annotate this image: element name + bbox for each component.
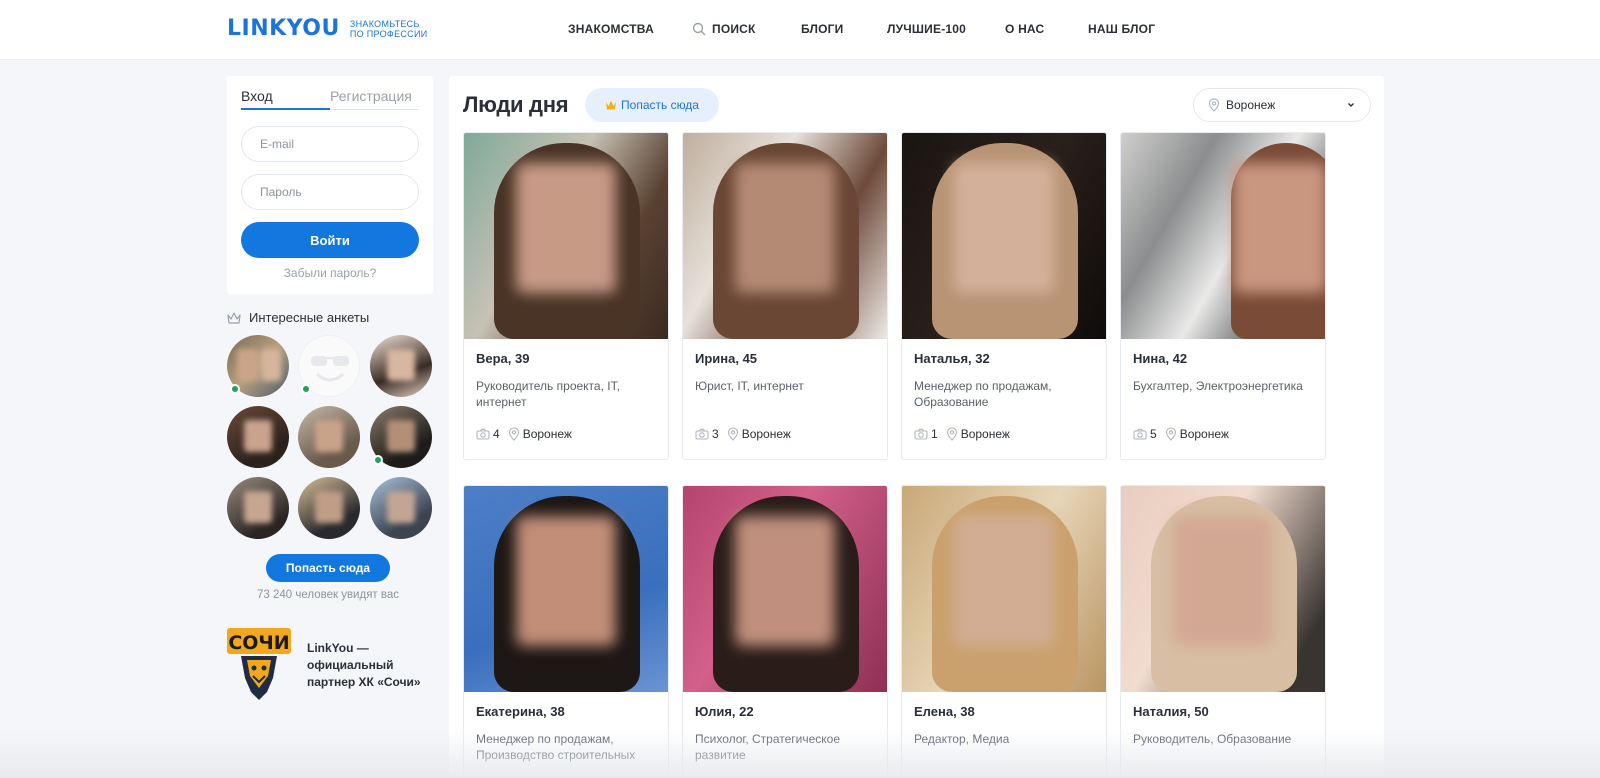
camera-icon [914, 428, 928, 440]
camera-icon [695, 428, 709, 440]
profile-name: Наталия, 50 [1133, 704, 1209, 719]
profile-avatar[interactable] [298, 406, 360, 468]
profile-photo [464, 133, 668, 339]
profile-profession: Руководитель, Образование [1133, 732, 1292, 746]
location-pin-icon [1165, 427, 1176, 441]
auth-tabs: Вход Регистрация [241, 88, 419, 110]
location-pin-icon [727, 427, 738, 441]
profile-photo [902, 133, 1106, 339]
online-indicator [301, 384, 311, 394]
hc-sochi-logo[interactable]: СОЧИ [227, 626, 291, 702]
hc-sochi-logo-text: СОЧИ [228, 632, 289, 654]
profile-card[interactable]: Елена, 38 Редактор, Медиа [901, 485, 1107, 778]
photo-count: 1 [931, 427, 938, 441]
location-pin-icon [508, 427, 519, 441]
tab-login[interactable]: Вход [241, 88, 273, 104]
partner-text: LinkYou — официальный партнер ХК «Сочи» [307, 641, 421, 689]
profile-name: Ирина, 45 [695, 351, 758, 366]
password-field[interactable] [241, 174, 419, 210]
profile-photo [683, 133, 887, 339]
people-of-the-day-panel: Люди дня Попасть сюда Воронеж Вера, 39 Р… [449, 76, 1384, 778]
interesting-profiles-label: Интересные анкеты [249, 310, 370, 325]
online-indicator [230, 384, 240, 394]
photo-count: 3 [712, 427, 719, 441]
nav-item-blogs[interactable]: БЛОГИ [801, 22, 844, 36]
nav-item-dating[interactable]: ЗНАКОМСТВА [568, 22, 654, 36]
profile-photo [683, 486, 887, 692]
photo-count: 4 [493, 427, 500, 441]
email-field[interactable] [241, 126, 419, 162]
profile-meta: 4 Воронеж [476, 427, 572, 441]
profile-meta: 5 Воронеж [1133, 427, 1229, 441]
get-featured-button[interactable]: Попасть сюда [266, 554, 390, 582]
profile-card[interactable]: Юлия, 22 Психолог, Стратегическое развит… [682, 485, 888, 778]
page-title: Люди дня [463, 92, 569, 117]
profile-name: Юлия, 22 [695, 704, 754, 719]
profile-profession: Руководитель проекта, IT, интернет [476, 379, 620, 409]
profile-city: Воронеж [1179, 427, 1229, 441]
profile-avatar[interactable] [370, 477, 432, 539]
active-tab-indicator [241, 108, 330, 110]
profile-city: Воронеж [741, 427, 791, 441]
interesting-profiles-title: Интересные анкеты [227, 310, 369, 325]
nav-item-search[interactable]: ПОИСК [692, 22, 756, 36]
profile-photo [1121, 486, 1325, 692]
nav-item-top-100[interactable]: ЛУЧШИЕ-100 [887, 22, 966, 36]
profile-photo [902, 486, 1106, 692]
profile-profession: Бухгалтер, Электроэнергетика [1133, 379, 1303, 393]
photo-count: 5 [1150, 427, 1157, 441]
tab-register[interactable]: Регистрация [330, 88, 412, 104]
profile-meta: 3 Воронеж [695, 427, 791, 441]
profile-avatar[interactable] [370, 335, 432, 397]
profile-card[interactable]: Нина, 42 Бухгалтер, Электроэнергетика 5 … [1120, 132, 1326, 460]
profile-city: Воронеж [522, 427, 572, 441]
crown-icon [227, 311, 241, 324]
profile-card[interactable]: Вера, 39 Руководитель проекта, IT, интер… [463, 132, 669, 460]
location-pin-icon [1208, 98, 1220, 112]
city-select[interactable]: Воронеж [1193, 88, 1371, 122]
location-pin-icon [946, 427, 957, 441]
profile-card[interactable]: Наталия, 50 Руководитель, Образование [1120, 485, 1326, 778]
login-card: Вход Регистрация Войти Забыли пароль? [227, 76, 433, 294]
login-button[interactable]: Войти [241, 222, 419, 258]
profile-profession: Менеджер по продажам, Производство строи… [476, 732, 636, 762]
nav-item-search-label: ПОИСК [712, 22, 756, 36]
crown-icon [606, 100, 617, 110]
nav-item-our-blog[interactable]: НАШ БЛОГ [1088, 22, 1155, 36]
viewers-count-text: 73 240 человек увидят вас [256, 589, 400, 601]
nav-item-about[interactable]: О НАС [1005, 22, 1044, 36]
profile-meta: 1 Воронеж [914, 427, 1010, 441]
profile-avatar[interactable] [227, 477, 289, 539]
camera-icon [1133, 428, 1147, 440]
city-select-value: Воронеж [1226, 98, 1276, 112]
main-nav: ЗНАКОМСТВА ПОИСК БЛОГИ ЛУЧШИЕ-100 О НАС … [0, 22, 1600, 40]
chevron-down-icon [1348, 103, 1354, 107]
search-icon [692, 22, 706, 36]
site-header: LINKYOU ЗНАКОМЬТЕСЬ ПО ПРОФЕССИИ ЗНАКОМС… [0, 0, 1600, 60]
profile-city: Воронеж [960, 427, 1010, 441]
profile-name: Елена, 38 [914, 704, 975, 719]
get-featured-pill-button[interactable]: Попасть сюда [585, 88, 719, 122]
forgot-password-link[interactable]: Забыли пароль? [227, 266, 433, 280]
online-indicator [373, 455, 383, 465]
profile-profession: Редактор, Медиа [914, 732, 1010, 746]
profile-name: Вера, 39 [476, 351, 530, 366]
profile-name: Нина, 42 [1133, 351, 1188, 366]
camera-icon [476, 428, 490, 440]
profile-card[interactable]: Ирина, 45 Юрист, IT, интернет 3 Воронеж [682, 132, 888, 460]
profile-photo [464, 486, 668, 692]
profile-photo [1121, 133, 1325, 339]
profile-avatar[interactable] [227, 406, 289, 468]
profile-profession: Менеджер по продажам, Образование [914, 379, 1052, 409]
profile-profession: Юрист, IT, интернет [695, 379, 804, 393]
profile-name: Наталья, 32 [914, 351, 990, 366]
profile-card[interactable]: Наталья, 32 Менеджер по продажам, Образо… [901, 132, 1107, 460]
profile-card[interactable]: Екатерина, 38 Менеджер по продажам, Прои… [463, 485, 669, 778]
profile-avatar[interactable] [298, 477, 360, 539]
get-featured-pill-label: Попасть сюда [621, 98, 699, 112]
profile-name: Екатерина, 38 [476, 704, 565, 719]
profile-profession: Психолог, Стратегическое развитие [695, 732, 841, 762]
